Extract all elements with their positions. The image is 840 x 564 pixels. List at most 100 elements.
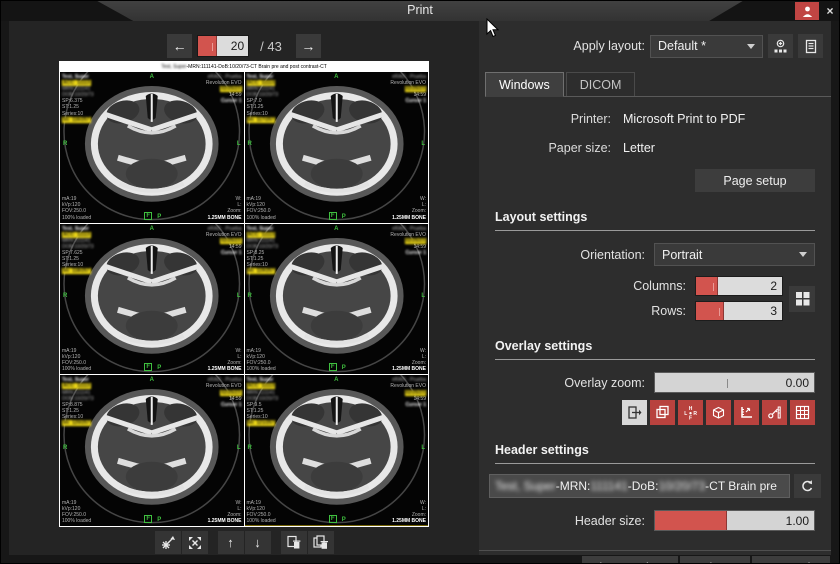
page-total-label: / 43 [260, 39, 282, 54]
auto-fit-button[interactable] [155, 531, 181, 554]
overlay-top-left: Test, Super ACC: 11113 MRN:111141 DOB:10… [247, 377, 279, 426]
orientation-anterior: A [334, 74, 338, 80]
header-size-slider[interactable]: 1.00 [654, 510, 815, 531]
layout-settings-heading: Layout settings [495, 210, 815, 224]
overlay-position-toggle[interactable] [622, 400, 647, 425]
header-settings-heading: Header settings [495, 443, 815, 457]
apply-layout-value: Default * [658, 39, 706, 53]
preview-cell[interactable]: Test, Super ACC: 11113 MRN:111141 DOB:10… [60, 224, 244, 375]
show-settings-button[interactable]: Show settings [582, 556, 678, 564]
svg-text:L: L [684, 411, 687, 417]
orientation-right: R [248, 141, 252, 147]
person-icon [801, 5, 814, 18]
delete-page-button[interactable] [281, 531, 307, 554]
add-layout-icon [773, 39, 788, 54]
reset-header-button[interactable] [794, 474, 821, 498]
move-page-up-button[interactable]: ↑ [218, 531, 244, 554]
close-button[interactable]: × [823, 2, 837, 20]
preview-grid: Test, Super ACC: 11113 MRN:111141 DOB:10… [60, 72, 428, 526]
orientation-feet: F [329, 515, 337, 523]
orientation-left: L [237, 445, 241, 451]
cube-icon [711, 405, 726, 420]
print-button[interactable]: Print... [680, 556, 750, 564]
anonymize-button[interactable] [795, 2, 819, 20]
table-grid-icon [795, 405, 810, 420]
columns-grip[interactable] [696, 277, 718, 295]
header-size-label: Header size: [575, 514, 645, 528]
layout-settings-section: Layout settings [495, 210, 815, 231]
printer-label: Printer: [479, 112, 611, 126]
rows-value: 3 [724, 302, 782, 320]
overlay-bottom-left: mA:19 kVp:120 FOV:250.0 100% loaded [62, 348, 91, 372]
orientation-posterior: P [157, 365, 161, 371]
next-page-button[interactable]: → [296, 34, 321, 58]
columns-spinner[interactable]: 2 [695, 276, 783, 296]
mouse-cursor [486, 18, 500, 38]
move-page-down-button[interactable]: ↓ [245, 531, 271, 554]
orientation-right: R [248, 445, 252, 451]
tab-strip: Windows DICOM [485, 72, 831, 97]
orientation-anterior: A [150, 74, 154, 80]
print-dialog: Print × ← 20 / 43 → [0, 0, 840, 564]
page-number-value[interactable]: 20 [217, 36, 248, 56]
orientation-anterior: A [334, 377, 338, 383]
svg-text:R: R [693, 411, 697, 417]
columns-value: 2 [718, 277, 782, 295]
fit-zoom-icon [161, 536, 175, 550]
apply-layout-select[interactable]: Default * [650, 35, 763, 58]
fullscreen-button[interactable] [182, 531, 208, 554]
preview-cell[interactable]: Test, Super ACC: 11113 MRN:111141 DOB:10… [245, 72, 429, 223]
overlay-zoom-slider[interactable]: 0.00 [654, 372, 815, 393]
paper-size-label: Paper size: [479, 141, 611, 155]
preview-cell[interactable]: Test, Super ACC: 11113 MRN:111141 DOB:10… [60, 375, 244, 526]
orientation-row: Orientation: Portrait [479, 243, 831, 266]
document-list-icon [804, 39, 818, 54]
svg-text:H: H [689, 406, 693, 412]
grid-lines-toggle[interactable] [790, 400, 815, 425]
preview-cell[interactable]: Test, Super ACC: 11113 MRN:111141 DOB:10… [245, 375, 429, 526]
rows-grip[interactable] [696, 302, 724, 320]
preview-cell[interactable]: Test, Super ACC: 11113 MRN:111141 DOB:10… [60, 72, 244, 223]
page-number-grip[interactable] [198, 36, 217, 56]
overlay-settings-section: Overlay settings [495, 339, 815, 360]
layout-list-button[interactable] [798, 34, 823, 58]
header-size-row: Header size: 1.00 [479, 510, 831, 531]
tab-dicom[interactable]: DICOM [566, 72, 636, 96]
page-number-spinbox[interactable]: 20 [197, 35, 249, 57]
header-text-input[interactable]: Test, Super-MRN:111141-DoB:10/20/73-CT B… [489, 474, 790, 498]
orientation-label: Orientation: [580, 248, 645, 262]
header-size-fill[interactable] [655, 511, 727, 530]
orientation-cube-toggle[interactable] [706, 400, 731, 425]
page-header-text: Test, Super-MRN:111141-DoB:10/20/73-CT B… [59, 61, 429, 72]
preview-cell[interactable]: Test, Super ACC: 11113 MRN:111141 DOB:10… [245, 224, 429, 375]
orientation-letters-toggle[interactable]: H L R F [678, 400, 703, 425]
calibration-key-toggle[interactable] [762, 400, 787, 425]
overlay-bottom-right: W: L: Zoom: 1.25MM BONE [208, 500, 242, 524]
overlay-bottom-left: mA:19 kVp:120 FOV:250.0 100% loaded [247, 348, 276, 372]
title-bar[interactable]: Print × [1, 1, 839, 21]
apply-layout-label: Apply layout: [573, 39, 645, 53]
orientation-left: L [421, 293, 425, 299]
refresh-icon [800, 479, 815, 494]
overlay-top-right: eRAD - Prueba Revolution EVO 02/25/23 14… [390, 74, 426, 104]
overlay-bottom-right: W: L: Zoom: 1.25MM BONE [208, 348, 242, 372]
overlay-zoom-row: Overlay zoom: 0.00 [479, 372, 831, 393]
orientation-feet: F [329, 363, 337, 371]
orientation-anterior: A [150, 226, 154, 232]
preview-toolbar: ↑ ↓ [155, 531, 334, 554]
previous-page-button[interactable]: ← [167, 34, 192, 58]
ruler-toggle[interactable] [734, 400, 759, 425]
orientation-feet: F [329, 212, 337, 220]
page-setup-button[interactable]: Page setup [695, 169, 815, 192]
footer-buttons: Show settings Print... Cancel [479, 556, 831, 564]
orientation-select[interactable]: Portrait [654, 243, 815, 266]
delete-all-pages-icon [313, 535, 328, 550]
tab-windows[interactable]: Windows [485, 72, 564, 96]
save-layout-button[interactable] [768, 34, 793, 58]
header-settings-section: Header settings [495, 443, 815, 464]
cancel-button[interactable]: Cancel [752, 556, 830, 564]
rows-spinner[interactable]: 3 [695, 301, 783, 321]
grid-layout-picker-button[interactable] [789, 286, 815, 312]
overlay-layers-toggle[interactable] [650, 400, 675, 425]
delete-all-pages-button[interactable] [308, 531, 334, 554]
